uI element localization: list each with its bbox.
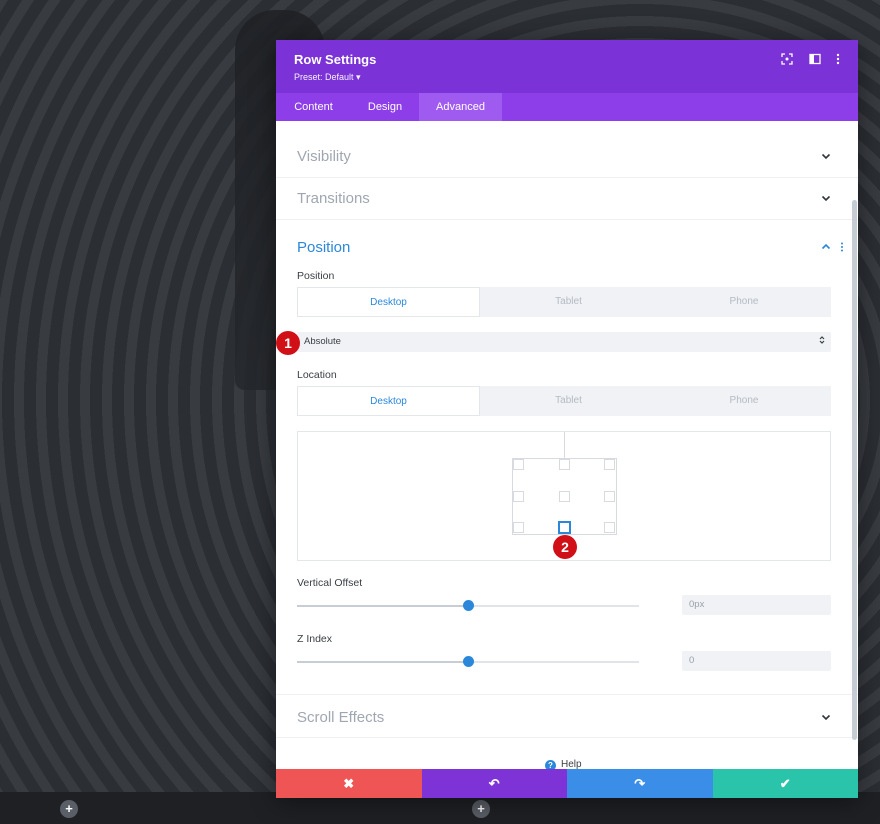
z-index-slider[interactable] [297, 656, 639, 667]
vertical-offset-input[interactable]: 0px [682, 595, 831, 615]
location-top-right[interactable] [604, 459, 615, 470]
device-tab-phone[interactable]: Phone [657, 287, 831, 317]
location-center-right[interactable] [604, 491, 615, 502]
chevron-down-icon[interactable] [820, 712, 832, 724]
vertical-offset-fill [297, 605, 468, 607]
redo-button[interactable]: ↷ [567, 769, 713, 798]
position-device-tabs: Desktop Tablet Phone [297, 287, 831, 317]
divider [276, 177, 858, 178]
select-arrows-icon [819, 335, 825, 347]
section-visibility[interactable]: Visibility [297, 148, 351, 165]
tab-advanced[interactable]: Advanced [419, 93, 502, 121]
location-tab-phone[interactable]: Phone [657, 386, 831, 416]
section-options-icon[interactable] [836, 242, 848, 254]
chevron-up-icon[interactable] [820, 242, 832, 254]
location-bottom-center[interactable] [558, 521, 571, 534]
divider [276, 694, 858, 695]
location-label: Location [297, 369, 337, 381]
annotation-badge-2: 2 [553, 535, 577, 559]
divider [276, 219, 858, 220]
location-top-center[interactable] [559, 459, 570, 470]
save-button[interactable]: ✔ [712, 769, 858, 798]
modal-header: Row Settings Preset: Default ▾ [276, 40, 858, 93]
tab-design[interactable]: Design [351, 93, 419, 121]
tab-content[interactable]: Content [276, 93, 351, 121]
location-tab-tablet[interactable]: Tablet [482, 386, 655, 416]
section-scroll-effects[interactable]: Scroll Effects [297, 709, 384, 726]
focus-icon[interactable] [780, 53, 794, 67]
chevron-down-icon[interactable] [820, 151, 832, 163]
vertical-offset-thumb[interactable] [462, 600, 474, 611]
location-tab-desktop[interactable]: Desktop [297, 386, 480, 416]
cancel-button[interactable]: ✖ [276, 769, 422, 798]
position-select-value: Absolute [304, 336, 341, 347]
location-center[interactable] [559, 491, 570, 502]
section-position[interactable]: Position [297, 239, 350, 256]
location-bottom-right[interactable] [604, 522, 615, 533]
modal-title: Row Settings [294, 52, 377, 67]
add-section-button-left[interactable]: + [60, 800, 78, 818]
location-bottom-left[interactable] [513, 522, 524, 533]
vertical-offset-slider[interactable] [297, 600, 639, 611]
position-select[interactable]: Absolute [297, 332, 831, 352]
section-transitions[interactable]: Transitions [297, 190, 370, 207]
z-index-input[interactable]: 0 [682, 651, 831, 671]
preset-dropdown[interactable]: Preset: Default ▾ [294, 72, 361, 83]
add-section-button-center[interactable]: + [472, 800, 490, 818]
chevron-down-icon[interactable] [820, 193, 832, 205]
vertical-offset-label: Vertical Offset [297, 577, 363, 589]
location-guide-line [564, 432, 565, 458]
annotation-badge-1: 1 [276, 331, 300, 355]
device-tab-tablet[interactable]: Tablet [482, 287, 655, 317]
divider [276, 737, 858, 738]
settings-content: Visibility Transitions Position Position… [276, 121, 858, 769]
modal-footer: ✖ ↶ ↷ ✔ [276, 769, 858, 798]
location-top-left[interactable] [513, 459, 524, 470]
scrollbar[interactable] [852, 200, 857, 740]
location-device-tabs: Desktop Tablet Phone [297, 386, 831, 416]
z-index-thumb[interactable] [462, 656, 474, 667]
location-center-left[interactable] [513, 491, 524, 502]
kebab-menu-icon[interactable] [831, 53, 845, 67]
location-grid [512, 458, 617, 535]
position-label: Position [297, 270, 335, 282]
z-index-label: Z Index [297, 633, 333, 645]
z-index-fill [297, 661, 468, 663]
device-tab-desktop[interactable]: Desktop [297, 287, 480, 317]
sidebar-toggle-icon[interactable] [808, 53, 822, 67]
row-settings-modal: Row Settings Preset: Default ▾ Content D… [276, 40, 858, 798]
settings-tabs: Content Design Advanced [276, 93, 858, 121]
undo-button[interactable]: ↶ [421, 769, 567, 798]
